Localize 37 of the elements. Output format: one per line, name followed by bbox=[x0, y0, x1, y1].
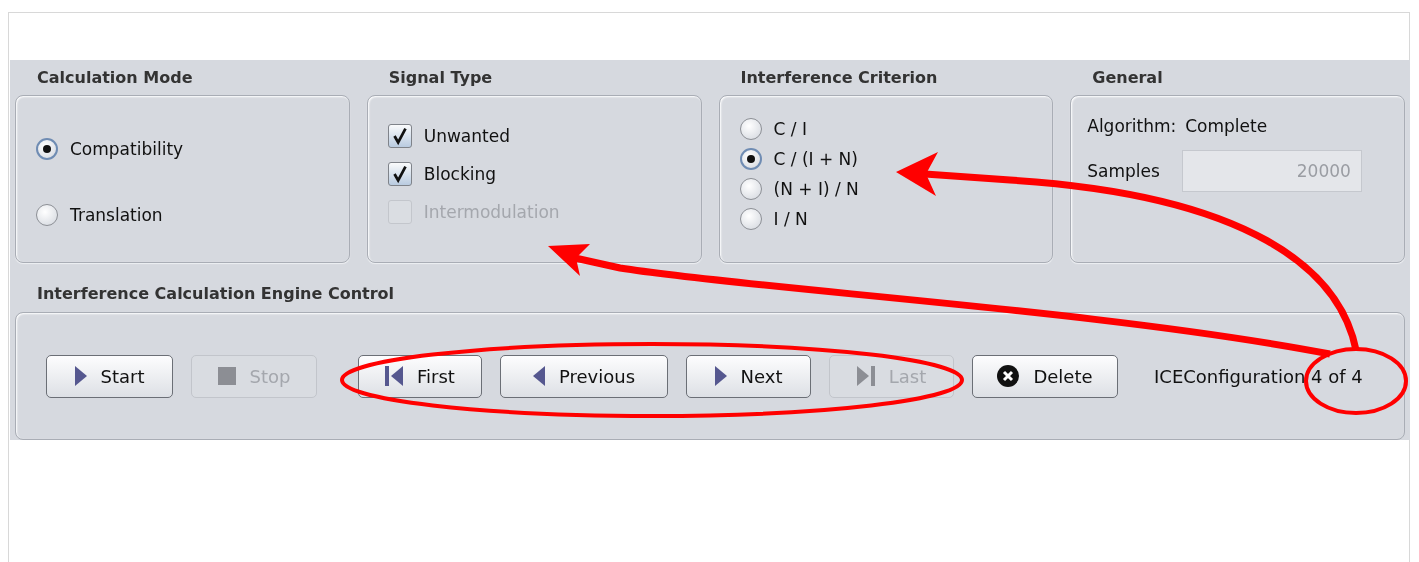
option-label: Compatibility bbox=[70, 139, 184, 159]
group-title: Calculation Mode bbox=[37, 68, 193, 87]
radio-button[interactable] bbox=[36, 138, 58, 160]
option-label: I / N bbox=[773, 209, 808, 229]
delete-icon bbox=[997, 365, 1020, 387]
option-label: C / I bbox=[773, 119, 807, 139]
first-button[interactable]: First bbox=[358, 354, 482, 398]
option-label: Blocking bbox=[423, 164, 497, 184]
stop-icon bbox=[217, 367, 236, 385]
skip-back-icon bbox=[385, 366, 404, 386]
option-label: C / (I + N) bbox=[773, 149, 858, 169]
back-icon bbox=[532, 366, 545, 386]
radio-button[interactable] bbox=[739, 208, 762, 230]
field-label: Algorithm: bbox=[1087, 116, 1177, 136]
checkbox[interactable] bbox=[387, 162, 412, 186]
next-button[interactable]: Next bbox=[686, 354, 811, 398]
radio-button[interactable] bbox=[739, 178, 762, 200]
play-icon bbox=[74, 366, 87, 386]
delete-button[interactable]: Delete bbox=[972, 354, 1118, 398]
radio-button[interactable] bbox=[739, 118, 762, 140]
option-label: Unwanted bbox=[423, 126, 510, 146]
skip-forward-icon bbox=[856, 366, 875, 386]
radio-button[interactable] bbox=[36, 204, 58, 226]
radio-button[interactable] bbox=[739, 148, 762, 170]
algorithm-value: Complete bbox=[1185, 116, 1268, 136]
group-title: Interference Calculation Engine Control bbox=[37, 284, 395, 303]
option-label: Translation bbox=[70, 205, 163, 225]
checkbox[interactable] bbox=[387, 124, 412, 148]
play-icon bbox=[714, 366, 727, 386]
previous-button[interactable]: Previous bbox=[500, 354, 668, 398]
group-title: Interference Criterion bbox=[740, 68, 938, 87]
play-button[interactable]: Start bbox=[46, 354, 173, 398]
status-text: ICEConfiguration 4 of 4 bbox=[1154, 365, 1363, 387]
group-title: Signal Type bbox=[388, 68, 493, 87]
group-title: General bbox=[1092, 68, 1163, 87]
field-label: Samples bbox=[1087, 161, 1160, 181]
option-label: (N + I) / N bbox=[773, 179, 859, 199]
